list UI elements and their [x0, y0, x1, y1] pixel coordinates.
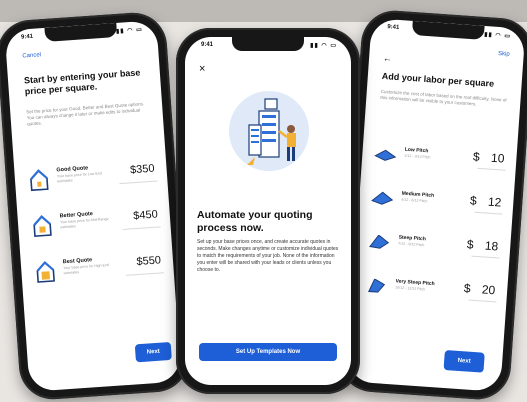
input-underline: [468, 299, 497, 303]
page-title: Automate your quoting process now.: [197, 209, 313, 234]
input-underline: [474, 211, 503, 215]
price-input-best[interactable]: $550: [124, 250, 164, 276]
price-value: $550: [136, 254, 162, 269]
status-time: 9:41: [20, 33, 34, 41]
medium-pitch-roof-icon: [371, 191, 394, 205]
close-icon[interactable]: ×: [199, 63, 205, 75]
page-subtitle: Set the price for your Good, Better and …: [26, 101, 145, 127]
pitch-price-input-medium[interactable]: $ 12: [470, 193, 502, 209]
quote-row-good: Good Quote Your base price for Low End e…: [28, 157, 158, 202]
page-title: Start by entering your base price per sq…: [23, 67, 141, 97]
pitch-price-input-very-steep[interactable]: $ 20: [463, 281, 495, 297]
low-pitch-roof-icon: [374, 149, 397, 161]
phone-base-price: 9:41 ▮▮ ◠ ▭ Cancel Start by entering you…: [0, 10, 192, 402]
price-value: $350: [129, 162, 155, 177]
server-worker-illustration: [229, 91, 309, 171]
house-icon: [30, 169, 49, 192]
next-button[interactable]: Next: [443, 349, 485, 373]
pitch-row-steep: Steep Pitch 7/12 - 9/12 Pitch $ 18: [367, 228, 501, 271]
input-underline: [471, 255, 500, 259]
phone-automate-quoting: 9:41 ▮▮ ◠ ▭ × Automate your quoting proc…: [176, 28, 360, 394]
screen-base-price: 9:41 ▮▮ ◠ ▭ Cancel Start by entering you…: [4, 20, 182, 392]
pitch-row-medium: Medium Pitch 4/12 - 6/12 Pitch $ 12: [370, 185, 504, 228]
house-icon: [33, 215, 52, 237]
skip-button[interactable]: Skip: [498, 51, 510, 58]
pitch-price-value: 12: [487, 194, 502, 210]
status-bar: 9:41 ▮▮ ◠ ▭: [201, 42, 337, 52]
set-up-templates-button[interactable]: Set Up Templates Now: [199, 343, 337, 361]
screen-labor-per-square: 9:41 ▮▮ ◠ ▭ Skip ← Add your labor per sq…: [346, 18, 526, 392]
pitch-desc: 4/12 - 6/12 Pitch: [401, 197, 428, 204]
page-body-text: Set up your base prices once, and create…: [197, 239, 339, 273]
house-icon: [36, 260, 55, 283]
phone-labor-per-square: 9:41 ▮▮ ◠ ▭ Skip ← Add your labor per sq…: [336, 8, 527, 402]
price-value: $450: [132, 208, 159, 223]
pitch-price-input-low[interactable]: $ 10: [473, 149, 505, 165]
currency-symbol: $: [469, 193, 478, 208]
pitch-price-input-steep[interactable]: $ 18: [466, 237, 498, 253]
screen-automate-quoting: 9:41 ▮▮ ◠ ▭ × Automate your quoting proc…: [185, 37, 351, 385]
pitch-desc: 7/12 - 9/12 Pitch: [398, 241, 425, 248]
pitch-desc: 10/12 - 12/12 Pitch: [395, 285, 426, 292]
currency-symbol: $: [463, 281, 472, 296]
signal-wifi-battery-icon: ▮▮ ◠ ▭: [115, 27, 144, 35]
quote-row-better: Better Quote Your base price for Mid-Ran…: [31, 202, 161, 247]
price-input-better[interactable]: $450: [121, 204, 161, 230]
input-underline: [477, 167, 506, 171]
pitch-price-value: 20: [481, 282, 496, 298]
pitch-price-value: 10: [490, 150, 505, 166]
pitch-row-very-steep: Very Steep Pitch 10/12 - 12/12 Pitch $ 2…: [364, 272, 498, 315]
status-time: 9:41: [201, 42, 214, 48]
currency-symbol: $: [472, 149, 481, 164]
status-time: 9:41: [387, 24, 400, 31]
back-arrow-icon[interactable]: ←: [383, 53, 393, 64]
currency-symbol: $: [466, 237, 475, 252]
signal-wifi-battery-icon: ▮▮ ◠ ▭: [310, 43, 337, 49]
cancel-button[interactable]: Cancel: [22, 52, 41, 59]
steep-pitch-roof-icon: [369, 234, 390, 249]
pitch-price-value: 18: [484, 238, 499, 254]
page-title: Add your labor per square: [381, 70, 495, 89]
signal-wifi-battery-icon: ▮▮ ◠ ▭: [483, 31, 512, 40]
price-input-good[interactable]: $350: [117, 158, 158, 185]
next-button[interactable]: Next: [134, 341, 172, 363]
pitch-row-low: Low Pitch 1/12 - 3/12 Pitch $ 10: [373, 141, 507, 184]
pitch-desc: 1/12 - 3/12 Pitch: [404, 153, 431, 160]
quote-row-best: Best Quote Your base price for High End …: [34, 248, 164, 293]
very-steep-pitch-roof-icon: [368, 278, 386, 293]
page-subtitle: Customize the cost of labor based on the…: [380, 88, 507, 107]
